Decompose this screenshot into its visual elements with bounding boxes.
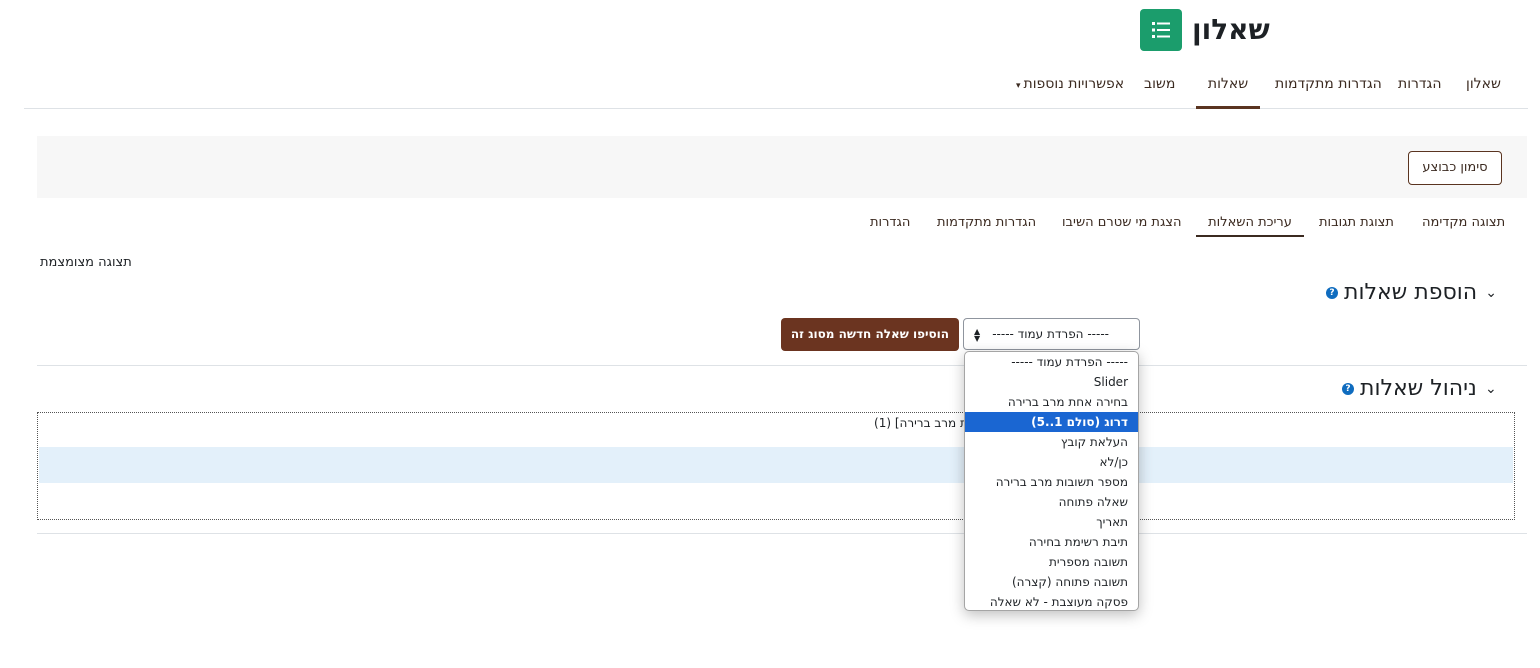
- chevron-down-icon[interactable]: ⌄: [1483, 285, 1499, 301]
- nav-tab-more-options[interactable]: אפשרויות נוספות▾: [1016, 64, 1124, 109]
- question-type-select-value: ----- הפרדת עמוד -----: [992, 327, 1109, 341]
- list-icon: [1140, 9, 1182, 51]
- dropdown-option[interactable]: העלאת קובץ: [965, 432, 1138, 452]
- dropdown-option[interactable]: מספר תשובות מרב ברירה: [965, 472, 1138, 492]
- chevron-down-icon[interactable]: ⌄: [1483, 381, 1499, 397]
- nav-tab-questions[interactable]: שאלות: [1196, 64, 1260, 109]
- table-row[interactable]: [39, 447, 1513, 483]
- primary-nav: שאלון הגדרות הגדרות מתקדמות שאלות משוב א…: [24, 64, 1528, 109]
- question-row-label: ת מרב ברירה] (1): [874, 416, 968, 430]
- help-icon[interactable]: ?: [1342, 382, 1354, 395]
- dropdown-option[interactable]: Slider: [965, 372, 1138, 392]
- subnav-advanced-settings[interactable]: הגדרות מתקדמות: [937, 213, 1036, 237]
- section-divider: [37, 533, 1527, 534]
- nav-tab-settings[interactable]: הגדרות: [1398, 64, 1441, 109]
- dropdown-option[interactable]: תיבת רשימת בחירה: [965, 532, 1138, 552]
- subnav-responses[interactable]: תצוגת תגובות: [1319, 213, 1394, 237]
- subnav-edit-questions[interactable]: עריכת השאלות: [1196, 213, 1304, 237]
- question-type-dropdown[interactable]: ----- הפרדת עמוד ----- Slider בחירה אחת …: [964, 351, 1139, 611]
- dropdown-option[interactable]: ----- הפרדת עמוד -----: [965, 352, 1138, 372]
- add-question-button[interactable]: הוסיפו שאלה חדשה מסוג זה: [781, 318, 959, 351]
- subnav-settings[interactable]: הגדרות: [870, 213, 910, 237]
- select-arrows-icon: ▲ ▼: [974, 327, 981, 343]
- manage-questions-title: ניהול שאלות: [1360, 376, 1477, 401]
- question-type-select[interactable]: ----- הפרדת עמוד ----- ▲ ▼: [963, 318, 1140, 350]
- nav-tab-feedback[interactable]: משוב: [1144, 64, 1175, 109]
- page-header: שאלון: [0, 0, 1540, 60]
- dropdown-option[interactable]: שאלה פתוחה: [965, 492, 1138, 512]
- subnav-non-respondents[interactable]: הצגת מי שטרם השיבו: [1062, 213, 1182, 237]
- dropdown-option[interactable]: פסקה מעוצבת - לא שאלה: [965, 592, 1138, 610]
- dropdown-option[interactable]: בחירה אחת מרב ברירה: [965, 392, 1138, 412]
- subnav-preview[interactable]: תצוגה מקדימה: [1422, 213, 1505, 237]
- compact-view-link[interactable]: תצוגה מצומצמת: [40, 255, 132, 270]
- add-questions-title: הוספת שאלות: [1344, 280, 1478, 305]
- manage-questions-heading[interactable]: ⌄ ניהול שאלות ?: [1342, 376, 1499, 401]
- dropdown-option-selected[interactable]: דרוג (סולם 1..5): [965, 412, 1138, 432]
- page-title: שאלון: [1192, 13, 1270, 46]
- add-questions-heading[interactable]: ⌄ הוספת שאלות ?: [1326, 280, 1499, 305]
- dropdown-option[interactable]: כן/לא: [965, 452, 1138, 472]
- nav-tab-questionnaire[interactable]: שאלון: [1466, 64, 1501, 109]
- dropdown-option[interactable]: תאריך: [965, 512, 1138, 532]
- dropdown-option[interactable]: תשובה פתוחה (קצרה): [965, 572, 1138, 592]
- mark-done-button[interactable]: סימון כבוצע: [1408, 151, 1502, 185]
- dropdown-option[interactable]: תשובה מספרית: [965, 552, 1138, 572]
- nav-tab-advanced-settings[interactable]: הגדרות מתקדמות: [1275, 64, 1382, 109]
- more-options-label: אפשרויות נוספות: [1023, 76, 1125, 92]
- action-bar: [37, 136, 1527, 198]
- title-wrap: שאלון: [1140, 9, 1270, 51]
- chevron-down-icon: ▾: [1016, 81, 1021, 91]
- help-icon[interactable]: ?: [1326, 286, 1338, 299]
- section-divider: [37, 365, 1527, 366]
